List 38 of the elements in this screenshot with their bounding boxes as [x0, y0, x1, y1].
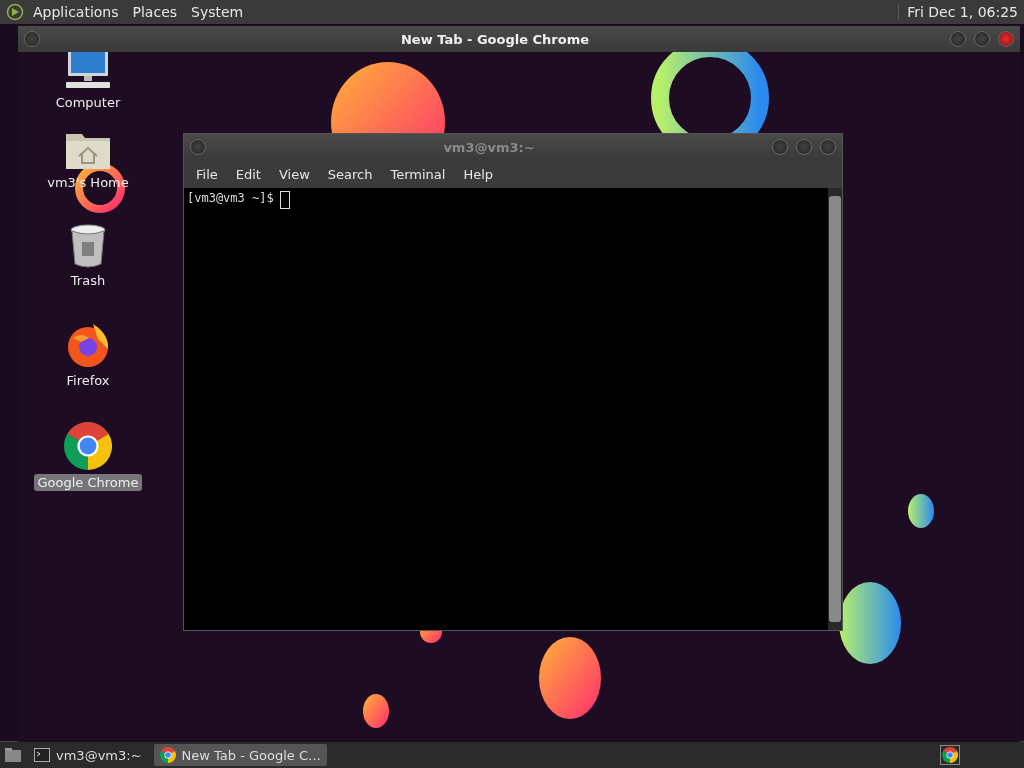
clock[interactable]: Fri Dec 1, 06:25: [898, 4, 1018, 20]
menu-item[interactable]: File: [188, 166, 226, 182]
panel-menu[interactable]: Applications: [28, 4, 124, 20]
chrome-icon: [159, 747, 176, 763]
distro-logo-icon[interactable]: [6, 3, 24, 21]
maximize-button[interactable]: [796, 139, 812, 155]
window-menu-button[interactable]: [24, 31, 40, 47]
menu-item[interactable]: Terminal: [382, 166, 454, 182]
tray-button[interactable]: [940, 745, 960, 765]
menu-item[interactable]: Search: [319, 166, 381, 182]
close-button[interactable]: [820, 139, 836, 155]
computer-icon: [64, 52, 112, 90]
desktop-icon-label[interactable]: Firefox: [62, 372, 114, 389]
text-cursor: [279, 191, 290, 209]
firefox-icon: [65, 322, 111, 368]
minimize-button[interactable]: [772, 139, 788, 155]
window-title: New Tab - Google Chrome: [399, 31, 591, 47]
window-menu-button[interactable]: [190, 139, 206, 155]
maximize-button[interactable]: [974, 31, 990, 47]
menu-item[interactable]: View: [270, 166, 318, 182]
menu-item[interactable]: Edit: [227, 166, 269, 182]
taskbar-button[interactable]: New Tab - Google C…: [153, 744, 328, 766]
taskbar-button[interactable]: vm3@vm3:~: [28, 744, 148, 766]
terminal-icon: [34, 748, 50, 762]
window-title: vm3@vm3:~: [442, 139, 536, 155]
chrome-icon: [942, 747, 958, 763]
trash-icon: [69, 224, 107, 268]
menu-item[interactable]: Help: [455, 166, 502, 182]
desktop-icon-label[interactable]: Trash: [66, 272, 110, 289]
shell-prompt: [vm3@vm3 ~]$: [187, 191, 274, 205]
scrollbar[interactable]: [828, 188, 842, 630]
minimize-button[interactable]: [950, 31, 966, 47]
panel-menu[interactable]: Places: [127, 4, 183, 20]
show-desktop-icon[interactable]: [4, 747, 22, 763]
desktop-icon-label[interactable]: Computer: [51, 94, 125, 111]
panel-menu[interactable]: System: [186, 4, 249, 20]
close-button[interactable]: [998, 31, 1014, 47]
desktop-icon-label[interactable]: Google Chrome: [33, 474, 143, 491]
